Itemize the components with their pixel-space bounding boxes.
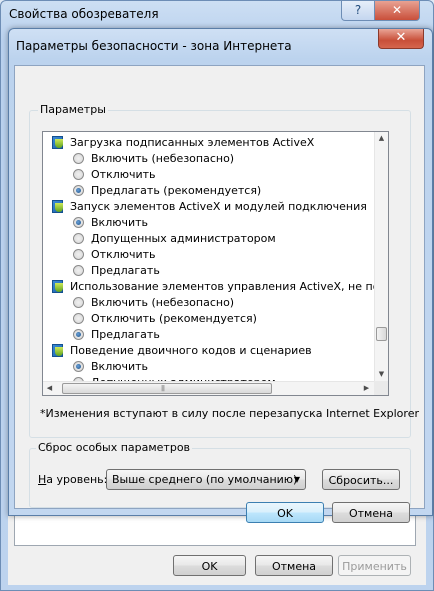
reset-button[interactable]: Сбросить...: [322, 469, 400, 490]
close-window-button[interactable]: ✕: [374, 1, 420, 21]
dialog-body: Параметры Загрузка подписанных элементов…: [14, 65, 425, 523]
level-dropdown-value: Выше среднего (по умолчанию): [112, 473, 298, 486]
tree-option[interactable]: Включить: [73, 215, 148, 231]
tree-option[interactable]: Включить (небезопасно): [73, 151, 234, 167]
tree-category-label: Загрузка подписанных элементов ActiveX: [70, 136, 315, 149]
tree-category: Поведение двоичного кодов и сценариев: [51, 343, 312, 359]
settings-group: Параметры Загрузка подписанных элементов…: [29, 103, 419, 438]
horizontal-scroll-thumb[interactable]: |||: [62, 383, 272, 394]
tree-option[interactable]: Предлагать: [73, 327, 160, 343]
tree-category-label: Запуск элементов ActiveX и модулей подкл…: [70, 200, 367, 213]
tree-option-label: Отключить: [91, 248, 156, 261]
cancel-button[interactable]: Отмена: [332, 502, 410, 523]
tree-option[interactable]: Включить (небезопасно): [73, 295, 234, 311]
tree-option-label: Отключить (рекомендуется): [91, 312, 257, 325]
radio-icon[interactable]: [73, 249, 84, 260]
radio-selected-icon[interactable]: [73, 361, 84, 372]
scroll-right-icon[interactable]: ▶: [360, 382, 373, 395]
settings-category-icon: [51, 279, 64, 293]
tree-category: Использование элементов управления Activ…: [51, 279, 374, 295]
tree-category-label: Использование элементов управления Activ…: [70, 280, 374, 293]
scrollbar-corner: [374, 381, 388, 395]
window-footer: OK Отмена Применить: [8, 515, 426, 585]
reset-group: Сброс особых параметров На уровень: Выше…: [29, 441, 411, 508]
settings-category-icon: [51, 343, 64, 357]
ok-button-background[interactable]: OK: [173, 555, 246, 576]
tree-option-label: Отключить: [91, 168, 156, 181]
vertical-scrollbar[interactable]: ▲ ▼: [374, 132, 388, 381]
tree-option[interactable]: Отключить: [73, 247, 156, 263]
level-dropdown[interactable]: Выше среднего (по умолчанию) ▼: [106, 469, 306, 490]
radio-selected-icon[interactable]: [73, 185, 84, 196]
tree-option-label: Предлагать (рекомендуется): [91, 184, 262, 197]
level-label-text: а уровень:: [46, 473, 108, 486]
tree-option[interactable]: Предлагать (рекомендуется): [73, 183, 261, 199]
radio-icon[interactable]: [73, 153, 84, 164]
tree-option[interactable]: Допущенных администратором: [73, 231, 276, 247]
tree-option-label: Включить: [91, 360, 149, 373]
tree-option[interactable]: Включить: [73, 359, 148, 375]
scroll-down-icon[interactable]: ▼: [375, 368, 388, 381]
settings-tree[interactable]: Загрузка подписанных элементов ActiveX Вк…: [42, 131, 389, 396]
tree-category: Загрузка подписанных элементов ActiveX: [51, 135, 314, 151]
chevron-down-icon: ▼: [293, 475, 300, 484]
security-settings-dialog: Параметры безопасности - зона Интернета …: [8, 28, 433, 523]
radio-selected-icon[interactable]: [73, 329, 84, 340]
settings-tree-viewport: Загрузка подписанных элементов ActiveX Вк…: [43, 132, 374, 381]
settings-category-icon: [51, 199, 64, 213]
close-dialog-button[interactable]: ✕: [378, 29, 424, 49]
tree-option-label: Включить (небезопасно): [91, 296, 235, 309]
tree-option-label: Предлагать: [91, 328, 160, 341]
reset-group-label: Сброс особых параметров: [36, 441, 193, 454]
radio-icon[interactable]: [73, 313, 84, 324]
settings-category-icon: [51, 135, 64, 149]
apply-button[interactable]: Применить: [338, 555, 411, 576]
tree-option[interactable]: Предлагать: [73, 263, 160, 279]
scroll-up-icon[interactable]: ▲: [375, 132, 388, 145]
radio-icon[interactable]: [73, 169, 84, 180]
horizontal-scrollbar[interactable]: ◀ ||| ▶: [43, 381, 374, 395]
radio-icon[interactable]: [73, 233, 84, 244]
tree-option[interactable]: Отключить (рекомендуется): [73, 311, 257, 327]
radio-icon[interactable]: [73, 297, 84, 308]
tree-category-label: Поведение двоичного кодов и сценариев: [70, 344, 312, 357]
tree-option-label: Допущенных администратором: [91, 232, 276, 245]
grip-icon: |||: [161, 385, 165, 392]
restart-note: *Изменения вступают в силу после перезап…: [40, 407, 419, 420]
tree-option-label: Предлагать: [91, 264, 160, 277]
window-title: Свойства обозревателя: [9, 7, 159, 21]
tree-option[interactable]: Отключить: [73, 167, 156, 183]
dialog-title: Параметры безопасности - зона Интернета: [16, 39, 292, 53]
help-button[interactable]: ?: [341, 1, 375, 21]
cancel-button-background[interactable]: Отмена: [255, 555, 333, 576]
level-label: На уровень:: [38, 473, 107, 486]
scroll-left-icon[interactable]: ◀: [43, 382, 56, 395]
ok-button[interactable]: OK: [246, 502, 324, 523]
tree-option-label: Включить: [91, 216, 149, 229]
radio-selected-icon[interactable]: [73, 217, 84, 228]
tree-category: Запуск элементов ActiveX и модулей подкл…: [51, 199, 367, 215]
vertical-scroll-thumb[interactable]: [376, 327, 387, 341]
settings-group-label: Параметры: [38, 103, 108, 116]
radio-icon[interactable]: [73, 265, 84, 276]
tree-option-label: Включить (небезопасно): [91, 152, 235, 165]
